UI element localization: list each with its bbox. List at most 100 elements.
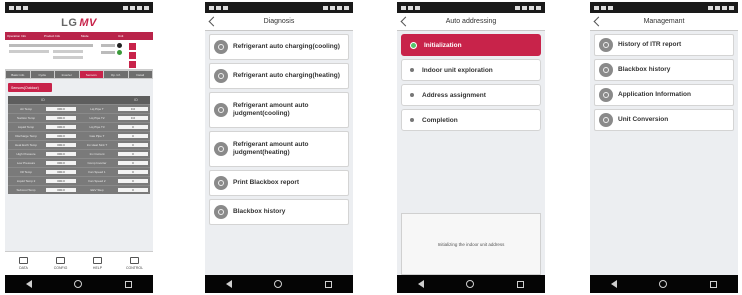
diagnosis-screen: Diagnosis Refrigerant auto charging(cool… bbox=[205, 13, 353, 275]
step-label: Completion bbox=[422, 116, 458, 124]
page-title: Managemant bbox=[643, 18, 685, 25]
step-initialization[interactable]: Initialization bbox=[401, 34, 541, 56]
management-item-itr-history[interactable]: History of ITR report bbox=[594, 34, 734, 56]
control-icon bbox=[130, 257, 139, 264]
section-chip[interactable]: Sensors(Outdoor) bbox=[8, 83, 52, 92]
recent-apps-icon[interactable] bbox=[709, 280, 717, 288]
table-row: Liquid Temp 2 000.0 Fan Speed 2 0 bbox=[8, 176, 150, 185]
table-cell: Liq Pipe T2 bbox=[89, 116, 105, 120]
tab-operation-info[interactable]: Operation Info bbox=[5, 32, 42, 40]
back-icon[interactable] bbox=[26, 280, 33, 288]
subtab-sensors[interactable]: Sensors bbox=[79, 71, 103, 78]
back-chevron-icon[interactable] bbox=[208, 16, 214, 27]
subtab-cycle[interactable]: Cycle bbox=[30, 71, 54, 78]
subtab-inverter[interactable]: Inverter bbox=[55, 71, 79, 78]
table-cell: 000.0 bbox=[46, 170, 76, 174]
status-bar bbox=[590, 2, 738, 13]
table-cell: 000.0 bbox=[46, 125, 76, 129]
blackbox-icon bbox=[599, 63, 613, 77]
table-cell: Air Temp bbox=[20, 107, 32, 111]
tab-mode[interactable]: Mode bbox=[79, 32, 116, 40]
back-chevron-icon[interactable] bbox=[593, 16, 599, 27]
status-bar bbox=[205, 2, 353, 13]
item-label: Refrigerant auto charging(cooling) bbox=[233, 43, 340, 50]
item-label: Refrigerant amount auto judgment(cooling… bbox=[233, 102, 309, 117]
app-title-accent: MV bbox=[79, 16, 97, 29]
recent-apps-icon[interactable] bbox=[324, 280, 332, 288]
home-icon[interactable] bbox=[659, 280, 668, 288]
title-bar: Diagnosis bbox=[205, 13, 353, 31]
phone-diagnosis-screen: Diagnosis Refrigerant auto charging(cool… bbox=[205, 2, 353, 293]
diagnosis-item-auto-charging-cooling[interactable]: Refrigerant auto charging(cooling) bbox=[209, 34, 349, 60]
status-message-panel: Initializing the indoor unit address bbox=[401, 213, 541, 275]
table-cell: 0 bbox=[118, 134, 148, 138]
unit-info-panel bbox=[5, 40, 153, 70]
bottom-nav-config[interactable]: CONFIG bbox=[42, 252, 79, 275]
diagnosis-item-amount-judgment-cooling[interactable]: Refrigerant amount auto judgment(cooling… bbox=[209, 92, 349, 128]
table-cell: Liq Pipe T bbox=[90, 107, 104, 111]
table-cell: Suction Temp bbox=[16, 116, 36, 120]
android-nav-bar bbox=[5, 275, 153, 293]
table-cell: Gas Pipe T bbox=[89, 134, 105, 138]
item-label: Blackbox history bbox=[233, 208, 286, 215]
tab-unit[interactable]: Unit bbox=[116, 32, 153, 40]
back-icon[interactable] bbox=[226, 280, 233, 288]
management-item-blackbox-history[interactable]: Blackbox history bbox=[594, 59, 734, 81]
table-cell: Low Pressure bbox=[16, 161, 36, 165]
page-title: Diagnosis bbox=[263, 18, 295, 25]
step-indoor-unit-exploration[interactable]: Indoor unit exploration bbox=[401, 59, 541, 81]
table-cell: 000.0 bbox=[46, 134, 76, 138]
subtab-basic-info[interactable]: Basic info bbox=[6, 71, 30, 78]
back-icon[interactable] bbox=[418, 280, 425, 288]
phone-lg-mv-data-screen: LG MV Operation Info Product Info Mode Un… bbox=[5, 2, 153, 293]
home-icon[interactable] bbox=[274, 280, 283, 288]
table-row: Heat Exch Temp 000.0 Inv Heat Sink T 0 bbox=[8, 140, 150, 149]
back-chevron-icon[interactable] bbox=[400, 16, 406, 27]
info-icon bbox=[599, 88, 613, 102]
step-completion[interactable]: Completion bbox=[401, 109, 541, 131]
step-label: Address assignment bbox=[422, 91, 486, 99]
home-icon[interactable] bbox=[74, 280, 83, 288]
table-cell: Discharge Temp bbox=[15, 134, 37, 138]
table-cell: Liq Pipe T3 bbox=[89, 125, 105, 129]
step-label: Indoor unit exploration bbox=[422, 66, 493, 74]
page-title: Auto addressing bbox=[445, 18, 497, 25]
item-label: Refrigerant amount auto judgment(heating… bbox=[233, 141, 309, 156]
bottom-nav-control[interactable]: CONTROL bbox=[116, 252, 153, 275]
item-label: Print Blackbox report bbox=[233, 179, 300, 186]
step-bullet-icon bbox=[410, 93, 414, 97]
step-address-assignment[interactable]: Address assignment bbox=[401, 84, 541, 106]
bottom-nav-label: CONTROL bbox=[125, 266, 144, 270]
management-item-unit-conversion[interactable]: Unit Conversion bbox=[594, 109, 734, 131]
table-cell: 0.0 bbox=[118, 116, 148, 120]
tab-product-info[interactable]: Product Info bbox=[42, 32, 79, 40]
item-circle-icon bbox=[214, 176, 228, 190]
diagnosis-item-auto-charging-heating[interactable]: Refrigerant auto charging(heating) bbox=[209, 63, 349, 89]
home-icon[interactable] bbox=[466, 280, 475, 288]
subtab-op-inf[interactable]: Op. Inf. bbox=[104, 71, 128, 78]
diagnosis-item-print-blackbox-report[interactable]: Print Blackbox report bbox=[209, 170, 349, 196]
sub-tabs: Basic info Cycle Inverter Sensors Op. In… bbox=[5, 70, 153, 79]
bottom-nav: DATA CONFIG HELP CONTROL bbox=[5, 251, 153, 275]
table-header-cell: ID bbox=[41, 98, 45, 102]
diagnosis-item-amount-judgment-heating[interactable]: Refrigerant amount auto judgment(heating… bbox=[209, 131, 349, 167]
table-cell: 000.0 bbox=[46, 161, 76, 165]
active-step-icon bbox=[410, 41, 417, 49]
diagnosis-item-blackbox-history[interactable]: Blackbox history bbox=[209, 199, 349, 225]
back-icon[interactable] bbox=[611, 280, 618, 288]
management-item-application-information[interactable]: Application Information bbox=[594, 84, 734, 106]
table-cell: Inv Heat Sink T bbox=[86, 143, 108, 147]
table-row: Low Pressure 000.0 Comp Inverter 0 bbox=[8, 158, 150, 167]
subtab-detail[interactable]: Detail bbox=[128, 71, 152, 78]
step-bullet-icon bbox=[410, 118, 414, 122]
table-cell: High Pressure bbox=[16, 152, 36, 156]
item-circle-icon bbox=[214, 205, 228, 219]
item-circle-icon bbox=[214, 103, 228, 117]
bottom-nav-data[interactable]: DATA bbox=[5, 252, 42, 275]
table-cell: Oil Temp bbox=[20, 170, 32, 174]
recent-apps-icon[interactable] bbox=[516, 280, 524, 288]
recent-apps-icon[interactable] bbox=[124, 280, 132, 288]
table-cell: 0 bbox=[118, 161, 148, 165]
bottom-nav-help[interactable]: HELP bbox=[79, 252, 116, 275]
auto-addressing-screen: Auto addressing Initialization Indoor un… bbox=[397, 13, 545, 275]
